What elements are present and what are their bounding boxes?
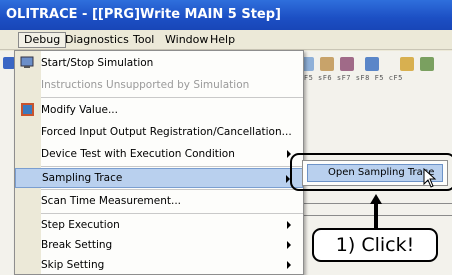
arrow-up-icon <box>370 194 382 228</box>
menu-separator <box>41 213 303 214</box>
menu-item-skip-setting[interactable]: Skip Setting <box>15 255 303 275</box>
menu-separator <box>41 97 303 98</box>
toolbar-button-icon[interactable] <box>340 57 354 71</box>
submenu-arrow-icon <box>287 241 291 249</box>
menu-item-label: Sampling Trace <box>42 172 123 184</box>
menu-item-label: Start/Stop Simulation <box>41 57 154 69</box>
menu-item-label: Modify Value... <box>41 104 118 116</box>
menu-item-label: Skip Setting <box>41 259 105 271</box>
annotation-callout: 1) Click! <box>312 228 438 262</box>
menu-item-start-stop-simulation[interactable]: Start/Stop Simulation <box>15 53 303 73</box>
menu-debug[interactable]: Debug <box>18 32 67 48</box>
menu-item-scan-time[interactable]: Scan Time Measurement... <box>15 191 303 211</box>
toolbar-button-icon[interactable] <box>365 57 379 71</box>
menu-item-sampling-trace[interactable]: Sampling Trace <box>15 168 303 188</box>
submenu-arrow-icon <box>287 261 291 269</box>
menu-separator <box>41 189 303 190</box>
menu-item-label: Forced Input Output Registration/Cancell… <box>41 126 292 138</box>
toolbar-button-icon[interactable] <box>320 57 334 71</box>
menu-diagnostics[interactable]: Diagnostics <box>60 32 134 48</box>
toolbar-button-icon[interactable] <box>420 57 434 71</box>
toolbar-function-keys: F8 sF5 sF6 sF7 sF8 F5 cF5 <box>285 74 403 82</box>
toolbar-button-icon[interactable] <box>400 57 414 71</box>
menu-item-device-test[interactable]: Device Test with Execution Condition <box>15 144 303 164</box>
menu-item-label: Step Execution <box>41 219 120 231</box>
debug-menu: Start/Stop Simulation Instructions Unsup… <box>14 50 304 275</box>
menubar: Debug Diagnostics Tool Window Help <box>0 30 452 50</box>
mouse-cursor-icon <box>423 168 437 188</box>
menu-help[interactable]: Help <box>205 32 240 48</box>
window-titlebar: OLITRACE - [[PRG]Write MAIN 5 Step] <box>0 0 452 30</box>
menu-item-instructions-unsupported: Instructions Unsupported by Simulation <box>15 75 303 95</box>
menu-item-label: Break Setting <box>41 239 113 251</box>
modify-value-icon <box>20 102 35 117</box>
submenu-arrow-icon <box>287 221 291 229</box>
menu-item-break-setting[interactable]: Break Setting <box>15 235 303 255</box>
menu-item-label: Instructions Unsupported by Simulation <box>41 79 250 91</box>
menu-item-label: Scan Time Measurement... <box>41 195 181 207</box>
menu-item-step-execution[interactable]: Step Execution <box>15 215 303 235</box>
simulation-icon <box>20 55 35 70</box>
menu-tool[interactable]: Tool <box>128 32 159 48</box>
menu-separator <box>41 166 303 167</box>
menu-item-modify-value[interactable]: Modify Value... <box>15 100 303 120</box>
window-title: OLITRACE - [[PRG]Write MAIN 5 Step] <box>6 7 281 22</box>
menu-item-forced-io[interactable]: Forced Input Output Registration/Cancell… <box>15 122 303 142</box>
menu-item-label: Device Test with Execution Condition <box>41 148 235 160</box>
